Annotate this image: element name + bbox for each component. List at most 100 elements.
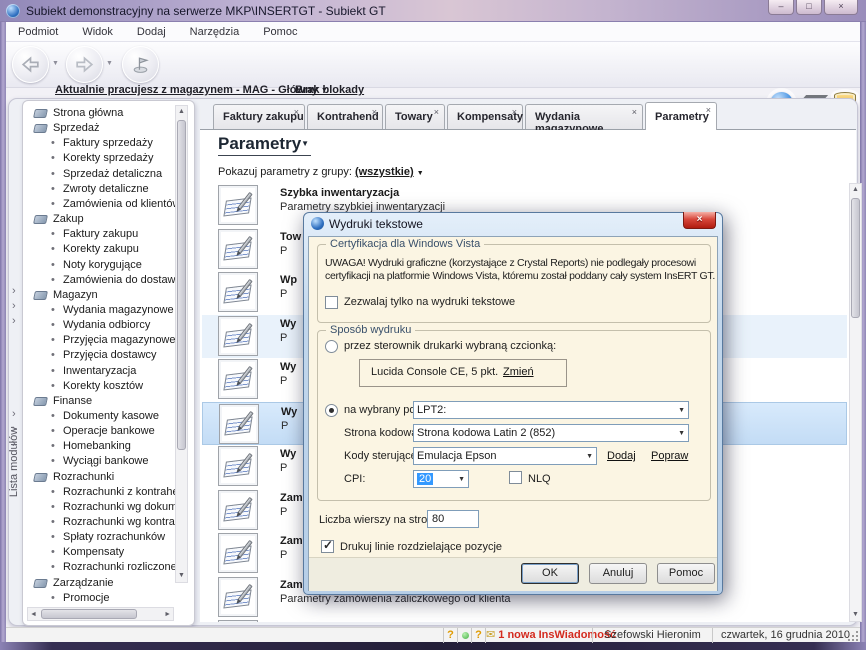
maximize-button[interactable]: □: [796, 0, 822, 15]
chevron-right-icon[interactable]: ›: [12, 285, 16, 297]
cancel-button[interactable]: Anuluj: [589, 563, 647, 584]
lines-per-page-input[interactable]: 80: [427, 510, 479, 528]
tree-group[interactable]: Magazyn: [25, 288, 175, 303]
nlq-checkbox[interactable]: [509, 471, 522, 484]
tree-item[interactable]: Inwentaryzacja: [25, 364, 175, 379]
chevron-right-icon[interactable]: ›: [12, 423, 16, 435]
text-only-checkbox-label[interactable]: Zezwalaj tylko na wydruki tekstowe: [344, 296, 515, 308]
scroll-up-icon[interactable]: ▲: [852, 186, 859, 193]
tree-group[interactable]: Sprzedaż: [25, 121, 175, 136]
text-only-checkbox[interactable]: [325, 296, 338, 309]
dropdown-arrow-icon[interactable]: ▼: [678, 430, 685, 437]
scroll-thumb[interactable]: [41, 609, 137, 619]
tree-item[interactable]: Homebanking: [25, 439, 175, 454]
tree-group[interactable]: Strona główna: [25, 106, 175, 121]
tree-item[interactable]: Korekty kosztów: [25, 379, 175, 394]
tree-item[interactable]: Kompensaty: [25, 545, 175, 560]
tree-group[interactable]: Zarządzanie: [25, 576, 175, 591]
menu-dodaj[interactable]: Dodaj: [137, 26, 166, 38]
list-vertical-scrollbar[interactable]: ▲ ▼: [849, 183, 862, 622]
tab-kompensaty[interactable]: Kompensaty×: [447, 104, 523, 129]
menu-pomoc[interactable]: Pomoc: [263, 26, 297, 38]
scroll-left-icon[interactable]: ◄: [30, 611, 37, 618]
filter-value-link[interactable]: (wszystkie): [355, 166, 414, 178]
back-arrow-button[interactable]: [12, 46, 49, 83]
dropdown-arrow-icon[interactable]: ▼: [458, 476, 465, 483]
tree-item[interactable]: Wyciągi bankowe: [25, 454, 175, 469]
driver-radio[interactable]: [325, 340, 338, 353]
message-cell[interactable]: ✉ 1 nowa InsWiadomość: [485, 628, 592, 643]
tab-close-icon[interactable]: ×: [294, 107, 299, 117]
tab-wydania-magazynowe[interactable]: Wydania magazynowe×: [525, 104, 643, 129]
tree-item[interactable]: Zamówienia od klientów: [25, 197, 175, 212]
tree-group[interactable]: Finanse: [25, 394, 175, 409]
tree-item[interactable]: Zamówienia do dostawcó: [25, 273, 175, 288]
help-question-icon[interactable]: ?: [443, 628, 457, 643]
scroll-right-icon[interactable]: ►: [164, 611, 171, 618]
tree-item[interactable]: Noty korygujące: [25, 258, 175, 273]
tree-group[interactable]: Zakup: [25, 212, 175, 227]
menu-podmiot[interactable]: Podmiot: [18, 26, 58, 38]
tab-close-icon[interactable]: ×: [372, 107, 377, 117]
dropdown-arrow-icon[interactable]: ▼: [678, 407, 685, 414]
tree-item[interactable]: Przyjęcia magazynowe: [25, 333, 175, 348]
tree-item[interactable]: Wydania odbiorcy: [25, 318, 175, 333]
nlq-checkbox-label[interactable]: NLQ: [528, 473, 551, 485]
tree-group[interactable]: Rozrachunki: [25, 470, 175, 485]
tree-horizontal-scrollbar[interactable]: ◄ ►: [27, 607, 174, 621]
tree-item[interactable]: Korekty sprzedaży: [25, 151, 175, 166]
tree-item[interactable]: Promocje: [25, 591, 175, 606]
parameter-row-partial[interactable]: [202, 619, 847, 622]
tree-item[interactable]: Rozrachunki wg kontraher: [25, 515, 175, 530]
dropdown-arrow-icon[interactable]: ▼: [586, 453, 593, 460]
close-button[interactable]: ×: [824, 0, 858, 15]
tab-kontrahend[interactable]: Kontrahend×: [307, 104, 383, 129]
cpi-select[interactable]: 20 ▼: [413, 470, 469, 488]
active-warehouse-link[interactable]: Aktualnie pracujesz z magazynem - MAG - …: [55, 84, 328, 96]
tree-item[interactable]: Faktury sprzedaży: [25, 136, 175, 151]
tab-close-icon[interactable]: ×: [706, 105, 711, 115]
ok-button[interactable]: OK: [521, 563, 579, 584]
help-button[interactable]: Pomoc: [657, 563, 715, 584]
tab-towary[interactable]: Towary×: [385, 104, 445, 129]
scroll-thumb[interactable]: [851, 198, 860, 318]
tree-item[interactable]: Rozrachunki z kontrahente: [25, 485, 175, 500]
tree-item[interactable]: Faktury zakupu: [25, 227, 175, 242]
scroll-thumb[interactable]: [177, 120, 186, 450]
page-title[interactable]: Parametry▼: [218, 134, 311, 156]
tree-item[interactable]: Sprzedaż detaliczna: [25, 167, 175, 182]
scroll-up-icon[interactable]: ▲: [178, 108, 185, 115]
chevron-right-icon[interactable]: ›: [12, 438, 16, 450]
tree-item[interactable]: Przyjęcia dostawcy: [25, 348, 175, 363]
tab-close-icon[interactable]: ×: [512, 107, 517, 117]
chevron-right-icon[interactable]: ›: [12, 315, 16, 327]
help-question-icon[interactable]: ?: [471, 628, 485, 643]
tab-close-icon[interactable]: ×: [434, 107, 439, 117]
chevron-right-icon[interactable]: ›: [12, 300, 16, 312]
tree-item[interactable]: Dokumenty kasowe: [25, 409, 175, 424]
tab-faktury-zakupu[interactable]: Faktury zakupu×: [213, 104, 305, 129]
menu-narzedzia[interactable]: Narzędzia: [190, 26, 240, 38]
tree-item[interactable]: Korekty zakupu: [25, 242, 175, 257]
tree-item[interactable]: Operacje bankowe: [25, 424, 175, 439]
forward-arrow-button[interactable]: [66, 46, 103, 83]
add-codes-link[interactable]: Dodaj: [607, 450, 636, 462]
back-arrow-dropdown-icon[interactable]: ▼: [52, 60, 59, 67]
separator-lines-checkbox[interactable]: ✓: [321, 540, 334, 553]
tree-item[interactable]: Rozrachunki rozliczone: [25, 560, 175, 575]
driver-radio-label[interactable]: przez sterownik drukarki wybraną czcionk…: [344, 340, 556, 352]
scroll-down-icon[interactable]: ▼: [852, 611, 859, 618]
forward-arrow-dropdown-icon[interactable]: ▼: [106, 60, 113, 67]
flag-button[interactable]: [122, 46, 159, 83]
scroll-down-icon[interactable]: ▼: [178, 572, 185, 579]
separator-lines-checkbox-label[interactable]: Drukuj linie rozdzielające pozycje: [340, 541, 502, 553]
resize-grip-icon[interactable]: [848, 631, 858, 641]
change-font-link[interactable]: Zmień: [503, 366, 534, 378]
codepage-select[interactable]: Strona kodowa Latin 2 (852) ▼: [413, 424, 689, 442]
port-radio[interactable]: [325, 404, 338, 417]
chevron-right-icon[interactable]: ›: [12, 408, 16, 420]
port-select[interactable]: LPT2: ▼: [413, 401, 689, 419]
control-codes-select[interactable]: Emulacja Epson ▼: [413, 447, 597, 465]
tab-parametry[interactable]: Parametry×: [645, 102, 717, 130]
tree-item[interactable]: Rozrachunki wg dokumen: [25, 500, 175, 515]
